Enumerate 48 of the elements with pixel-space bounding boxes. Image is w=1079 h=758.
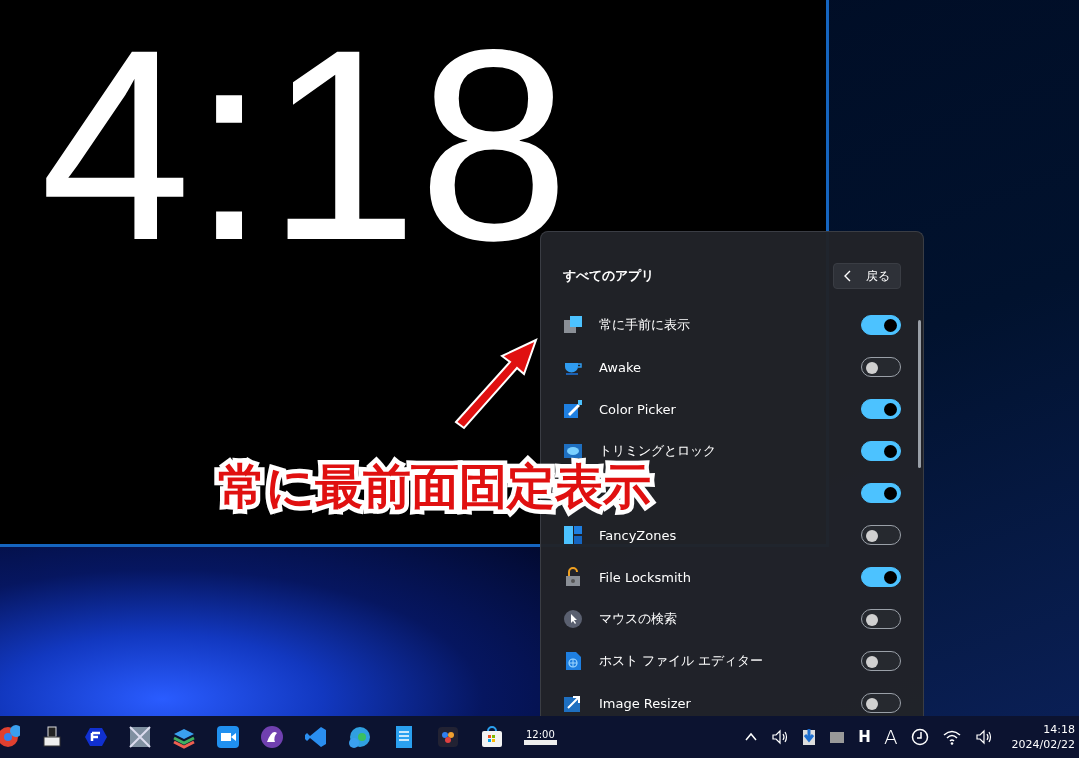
bird-icon[interactable] <box>260 725 284 749</box>
speaker-icon[interactable] <box>974 728 993 746</box>
app-label: トリミングとロック <box>599 442 717 460</box>
stamp-icon[interactable] <box>40 725 64 749</box>
toggle-switch[interactable] <box>861 693 901 713</box>
app-label: ホスト ファイル エディター <box>599 652 765 670</box>
app-label: FancyZones <box>599 527 678 543</box>
resize-image-icon <box>563 693 583 713</box>
app-label: Image Resizer <box>599 695 692 711</box>
crop-icon <box>563 441 583 461</box>
toggle-switch[interactable] <box>861 441 901 461</box>
toggle-switch[interactable] <box>861 567 901 587</box>
eyedropper-icon <box>563 399 583 419</box>
app-label: Color Picker <box>599 401 677 417</box>
palette-icon[interactable] <box>436 725 460 749</box>
speaker-icon[interactable] <box>771 728 790 746</box>
taskbar-date[interactable]: 2024/02/22 <box>1011 737 1075 752</box>
padlock-icon <box>563 567 583 587</box>
scrollbar[interactable] <box>918 320 921 468</box>
toggle-switch[interactable] <box>861 357 901 377</box>
download-icon[interactable] <box>802 728 817 746</box>
toggle-switch[interactable] <box>861 315 901 335</box>
video-camera-icon[interactable] <box>216 725 240 749</box>
clock-app-button[interactable]: 12:00 <box>524 729 557 745</box>
toggle-switch[interactable] <box>861 483 901 503</box>
taskbar-time[interactable]: 14:18 <box>1043 722 1075 737</box>
flyout-title: すべてのアプリ <box>563 267 654 285</box>
font-indicator[interactable]: A <box>883 725 898 749</box>
toggle-switch[interactable] <box>861 399 901 419</box>
chevron-left-icon <box>844 270 852 282</box>
annotation-text: 常に最前面固定表示 <box>218 462 651 510</box>
globe-document-icon <box>563 651 583 671</box>
ime-mode-indicator[interactable]: H <box>858 728 871 746</box>
hexagon-logo-icon[interactable] <box>84 725 108 749</box>
layout-icon <box>563 525 583 545</box>
app-label: 常に手前に表示 <box>599 316 691 334</box>
mouse-pointer-icon <box>563 609 583 629</box>
toggle-switch[interactable] <box>861 609 901 629</box>
toggle-switch[interactable] <box>861 651 901 671</box>
back-button[interactable]: 戻る <box>833 263 901 289</box>
window-stack-icon <box>563 315 583 335</box>
store-bag-icon[interactable] <box>480 725 504 749</box>
app-label: Awake <box>599 359 643 375</box>
app-label: マウスの検索 <box>599 610 678 628</box>
toggle-switch[interactable] <box>861 525 901 545</box>
clock-icon[interactable] <box>910 728 929 746</box>
app-label: File Locksmith <box>599 569 692 585</box>
wifi-icon[interactable] <box>941 728 962 746</box>
